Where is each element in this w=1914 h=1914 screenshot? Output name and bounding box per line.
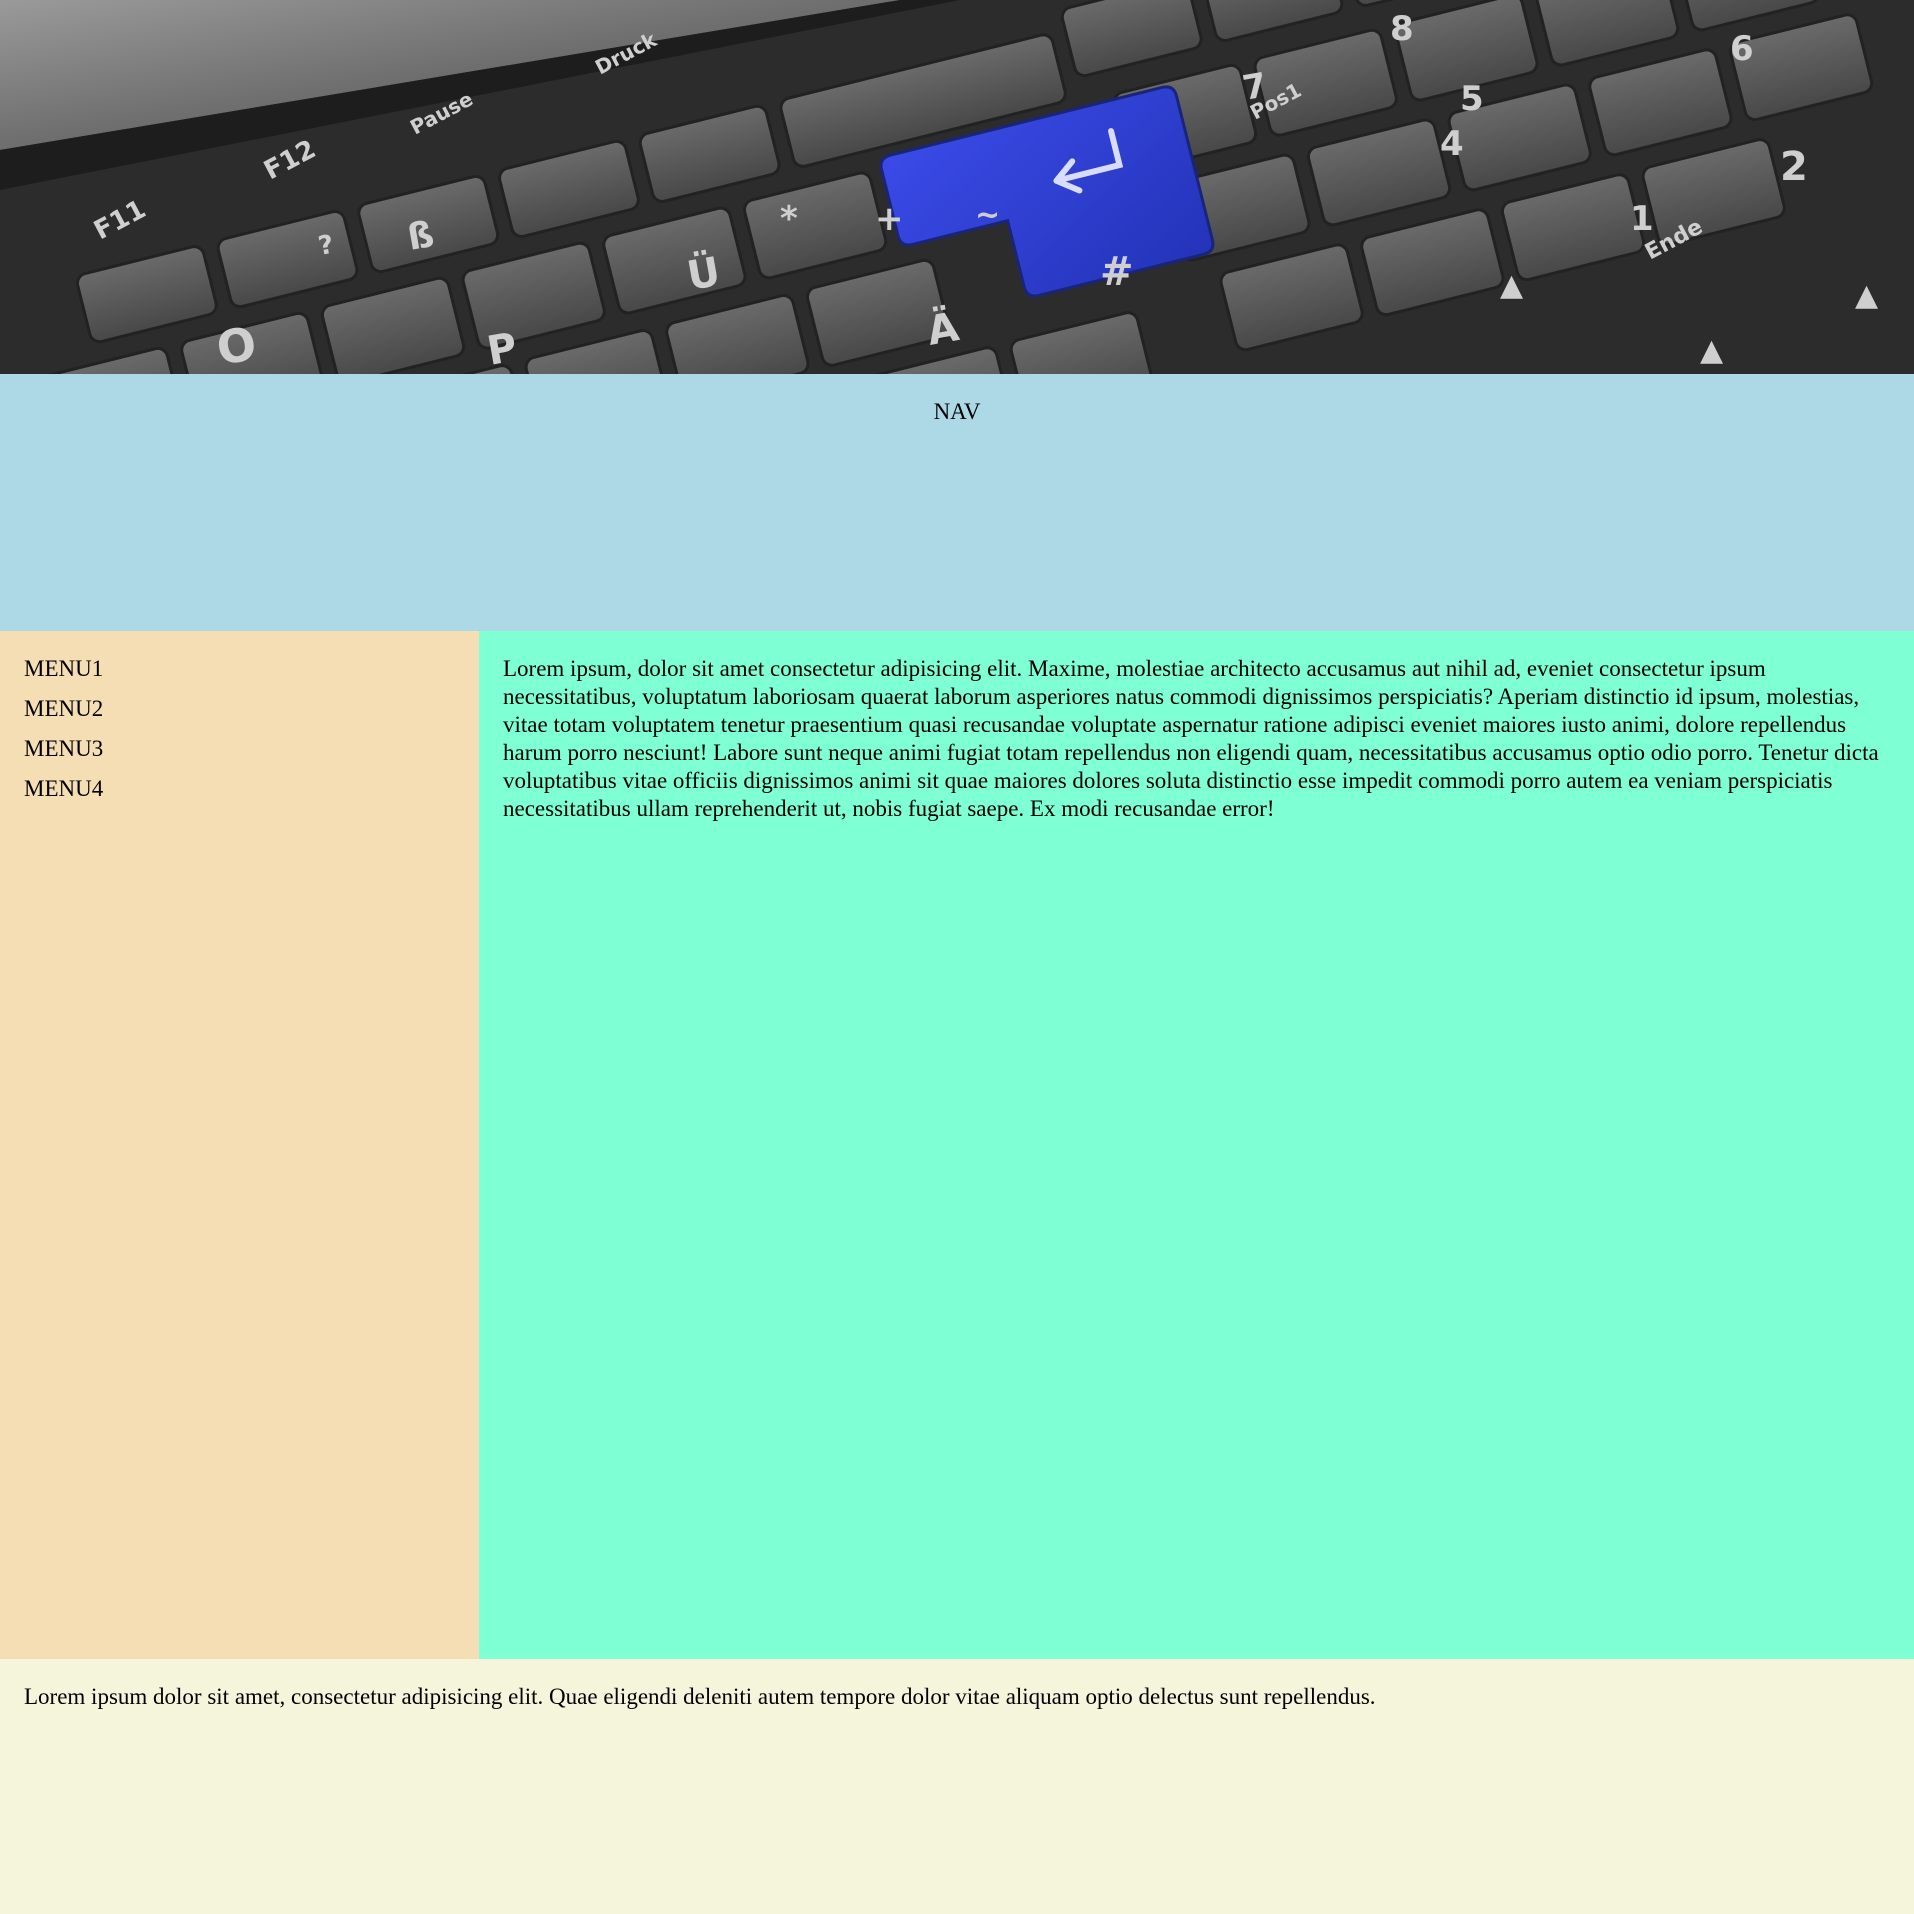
svg-text:▲: ▲	[1855, 278, 1878, 313]
main-content: Lorem ipsum, dolor sit amet consectetur …	[479, 631, 1914, 1659]
sidebar-item-menu4[interactable]: MENU4	[24, 775, 479, 803]
sidebar: MENU1 MENU2 MENU3 MENU4	[0, 631, 479, 1659]
svg-text:8: 8	[1390, 9, 1414, 49]
footer: Lorem ipsum dolor sit amet, consectetur …	[0, 1659, 1914, 1914]
sidebar-item-menu2[interactable]: MENU2	[24, 695, 479, 723]
svg-text:~: ~	[975, 198, 1000, 233]
page: F11 F12 Pause Druck O ß ? Ü Ä P * + ~ # …	[0, 0, 1914, 1914]
svg-text:+: +	[875, 199, 904, 239]
sidebar-item-menu3[interactable]: MENU3	[24, 735, 479, 763]
svg-text:*: *	[780, 199, 798, 239]
svg-text:6: 6	[1730, 29, 1754, 69]
nav-label: NAV	[933, 399, 981, 424]
svg-text:#: #	[1100, 249, 1134, 295]
keyboard-photo: F11 F12 Pause Druck O ß ? Ü Ä P * + ~ # …	[0, 0, 1914, 374]
sidebar-item-menu1[interactable]: MENU1	[24, 655, 479, 683]
svg-text:4: 4	[1440, 124, 1464, 164]
svg-text:1: 1	[1630, 199, 1654, 239]
footer-paragraph: Lorem ipsum dolor sit amet, consectetur …	[24, 1684, 1376, 1709]
svg-text:▲: ▲	[1700, 333, 1723, 368]
svg-text:▲: ▲	[1500, 268, 1523, 303]
main-paragraph: Lorem ipsum, dolor sit amet consectetur …	[503, 656, 1879, 821]
svg-text:2: 2	[1780, 144, 1808, 190]
sidebar-menu: MENU1 MENU2 MENU3 MENU4	[0, 631, 479, 803]
svg-text:5: 5	[1460, 79, 1484, 119]
nav-bar: NAV	[0, 374, 1914, 631]
header-image: F11 F12 Pause Druck O ß ? Ü Ä P * + ~ # …	[0, 0, 1914, 374]
